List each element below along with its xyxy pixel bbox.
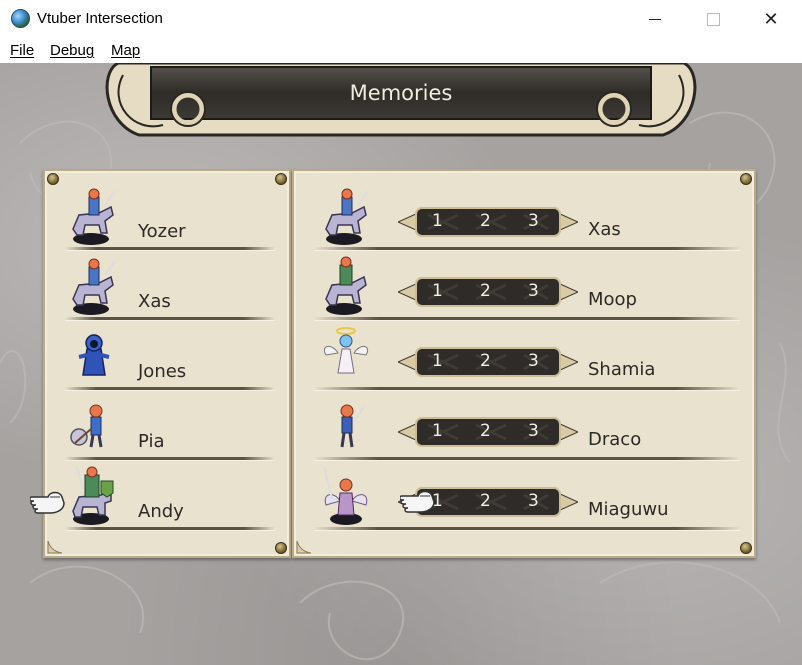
menu-map[interactable]: Map	[111, 42, 140, 59]
axe-fighter-icon	[65, 395, 121, 457]
menu-bar: File Debug Map	[0, 38, 802, 63]
corner-ornament-icon	[296, 540, 312, 554]
support-row[interactable]: 1 2 3 Miaguwu	[294, 461, 754, 531]
row-divider	[314, 527, 740, 531]
support-level-3: 3	[528, 281, 539, 301]
support-level-3: 3	[528, 491, 539, 511]
support-level-bar: 1 2 3	[398, 345, 578, 379]
support-level-3: 3	[528, 421, 539, 441]
maximize-icon	[706, 12, 720, 26]
partner-name: Xas	[588, 219, 621, 240]
support-level-2: 2	[480, 351, 491, 371]
cavalier-icon	[318, 185, 374, 247]
support-level-2: 2	[480, 421, 491, 441]
maximize-button[interactable]	[684, 0, 742, 38]
menu-debug[interactable]: Debug	[50, 42, 94, 59]
rivet-icon	[275, 542, 287, 554]
window-title: Vtuber Intersection	[37, 10, 163, 27]
support-row[interactable]: 1 2 3 Xas	[294, 181, 754, 251]
cavalier-icon	[65, 185, 121, 247]
close-icon: ✕	[763, 8, 779, 30]
support-level-1: 1	[432, 421, 443, 441]
support-row[interactable]: 1 2 3 Draco	[294, 391, 754, 461]
support-row[interactable]: 1 2 3 Moop	[294, 251, 754, 321]
rivet-icon	[740, 542, 752, 554]
title-banner: Memories	[103, 63, 699, 141]
character-name: Pia	[138, 431, 165, 452]
pointing-hand-cursor-icon	[29, 487, 66, 515]
partner-name: Draco	[588, 429, 642, 450]
support-list-panel: 1 2 3 Xas 1 2 3 Moop 1 2 3 Shamia 1 2 3 …	[292, 169, 756, 558]
list-item[interactable]: Jones	[45, 321, 289, 391]
support-level-2: 2	[480, 491, 491, 511]
screen-title: Memories	[349, 81, 453, 105]
support-level-bar: 1 2 3	[398, 205, 578, 239]
armored-knight-icon	[65, 465, 121, 527]
partner-name: Moop	[588, 289, 637, 310]
game-canvas[interactable]: Memories Yozer Xas Jones Pia Andy 1 2 3 …	[0, 63, 802, 665]
corner-ornament-icon	[47, 540, 63, 554]
cavalier-icon	[65, 255, 121, 317]
mage-icon	[65, 325, 121, 387]
swordsman-icon	[318, 395, 374, 457]
character-name: Jones	[138, 361, 187, 382]
support-level-1: 1	[432, 351, 443, 371]
list-item[interactable]: Xas	[45, 251, 289, 321]
title-bar: Vtuber Intersection ✕	[0, 0, 802, 38]
list-item[interactable]: Yozer	[45, 181, 289, 251]
character-name: Yozer	[138, 221, 186, 242]
menu-file[interactable]: File	[10, 42, 34, 59]
support-row[interactable]: 1 2 3 Shamia	[294, 321, 754, 391]
character-name: Andy	[138, 501, 184, 522]
pointing-hand-cursor-icon	[399, 486, 436, 514]
row-divider	[65, 527, 275, 531]
support-level-2: 2	[480, 211, 491, 231]
support-level-2: 2	[480, 281, 491, 301]
support-level-1: 1	[432, 281, 443, 301]
list-item[interactable]: Pia	[45, 391, 289, 461]
list-item[interactable]: Andy	[45, 461, 289, 531]
pegasus-knight-icon	[318, 465, 374, 527]
character-list-panel: Yozer Xas Jones Pia Andy	[43, 169, 291, 558]
support-level-1: 1	[432, 211, 443, 231]
partner-name: Miaguwu	[588, 499, 669, 520]
support-level-bar: 1 2 3	[398, 275, 578, 309]
support-level-bar: 1 2 3	[398, 415, 578, 449]
cavalier-icon	[318, 255, 374, 317]
angel-icon	[318, 325, 374, 387]
close-button[interactable]: ✕	[742, 0, 800, 38]
character-name: Xas	[138, 291, 171, 312]
partner-name: Shamia	[588, 359, 656, 380]
support-level-3: 3	[528, 211, 539, 231]
minimize-button[interactable]	[626, 0, 684, 38]
minimize-icon	[649, 18, 661, 20]
globe-app-icon	[11, 9, 30, 28]
support-level-3: 3	[528, 351, 539, 371]
